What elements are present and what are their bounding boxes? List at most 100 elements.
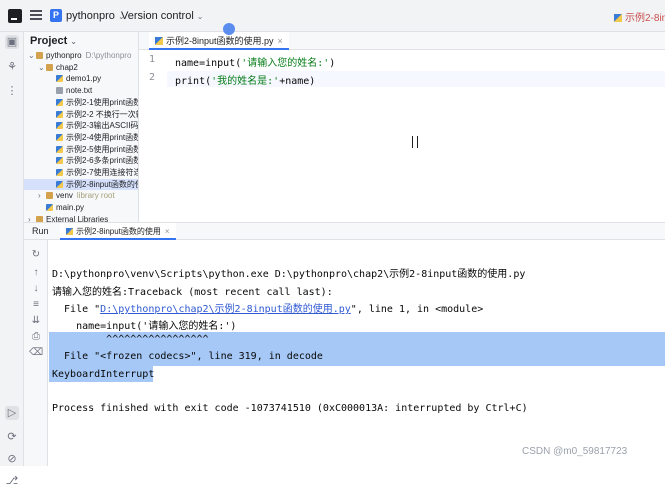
console-text: ", line 1, in <module> xyxy=(350,304,484,315)
tree-item[interactable]: › External Libraries xyxy=(24,214,108,222)
tree-item[interactable]: main.py xyxy=(24,202,84,213)
tree-item[interactable]: ⌄ pythonpro D:\pythonpro xyxy=(24,50,131,61)
chevron-right-icon[interactable]: › xyxy=(28,214,36,222)
chevron-down-icon: ⌄ xyxy=(70,37,77,46)
tree-item-label: 示例2-2 不换行一次输 xyxy=(66,109,139,119)
code-text: +name) xyxy=(279,76,316,87)
tree-item[interactable]: 示例2-1使用print函数 xyxy=(24,97,139,108)
run-tab[interactable]: 示例2-8input函数的使用 × xyxy=(60,223,176,240)
tree-item[interactable]: 示例2-6多条print函数 xyxy=(24,155,138,166)
code-line-2[interactable]: print('我的姓名是:'+name) xyxy=(175,72,315,87)
chevron-down-icon[interactable]: ⌄ xyxy=(38,62,46,73)
console-frozen-line: File "<frozen codecs>", line 319, in dec… xyxy=(52,351,323,362)
tree-item[interactable]: note.txt xyxy=(24,85,92,96)
tree-item-label: External Libraries xyxy=(46,214,109,222)
tree-item-label: demo1.py xyxy=(66,74,102,84)
editor-tab[interactable]: 示例2-8input函数的使用.py × xyxy=(149,32,289,50)
console-code-echo: name=input('请输入您的姓名:') xyxy=(52,321,237,332)
tree-item[interactable]: 示例2-5使用print函数 xyxy=(24,144,138,155)
folder-icon xyxy=(46,192,53,200)
run-panel-header: Run 示例2-8input函数的使用 × xyxy=(24,223,665,240)
editor-gutter: 1 2 xyxy=(139,51,167,221)
scroll-up-icon[interactable]: ↑ xyxy=(29,266,43,280)
python-file-icon xyxy=(66,228,73,235)
chevron-down-icon[interactable]: ⌄ xyxy=(28,50,36,61)
project-tool-icon[interactable]: ▣ xyxy=(5,35,19,49)
app-logo-icon xyxy=(8,9,22,23)
run-panel-title: Run xyxy=(32,226,49,236)
project-badge: P xyxy=(50,9,62,22)
python-file-icon xyxy=(155,37,163,45)
python-file-icon xyxy=(56,122,63,130)
line-number: 2 xyxy=(149,72,156,83)
rerun-icon[interactable]: ↻ xyxy=(29,248,43,262)
chevron-right-icon[interactable]: › xyxy=(38,190,46,201)
tree-item[interactable]: 示例2-7使用连接符连 xyxy=(24,167,139,178)
console-text: File " xyxy=(52,304,101,315)
chevron-down-icon: ⌄ xyxy=(196,12,204,21)
version-control-menu[interactable]: Version control ⌄ xyxy=(121,10,203,22)
main-menu-icon[interactable] xyxy=(30,10,42,20)
tree-item[interactable]: ⌄ chap2 xyxy=(24,62,78,73)
tab-overlay-badge xyxy=(223,23,235,35)
console-file-line: File "D:\pythonpro\chap2\示例2-8input函数的使用… xyxy=(52,300,483,315)
tree-item-hint: D:\pythonpro xyxy=(85,51,132,60)
tree-item-label: 示例2-3输出ASCII码 xyxy=(66,121,139,131)
tree-item[interactable]: 示例2-4使用print函数 xyxy=(24,132,139,143)
text-cursor-icon xyxy=(412,136,418,148)
tree-item-label: chap2 xyxy=(56,62,78,72)
git-tool-icon[interactable]: ⎇ xyxy=(5,474,19,488)
run-tool-icon[interactable]: ▷ xyxy=(5,406,19,420)
project-panel-title: Project xyxy=(30,35,68,47)
project-switcher[interactable]: pythonpro ⌄ xyxy=(66,10,125,22)
python-file-icon xyxy=(56,110,63,118)
scroll-to-end-icon[interactable]: ⇊ xyxy=(29,314,43,328)
tree-item[interactable]: demo1.py xyxy=(24,73,101,84)
console-output[interactable]: D:\pythonpro\venv\Scripts\python.exe D:\… xyxy=(49,240,665,466)
close-icon[interactable]: × xyxy=(165,227,170,236)
tree-item-label: 示例2-7使用连接符连 xyxy=(66,168,139,177)
run-config-selector[interactable]: 示例2-8inp xyxy=(614,9,665,24)
code-line-1[interactable]: name=input('请输入您的姓名:') xyxy=(175,54,335,69)
file-link[interactable]: D:\pythonpro\chap2\示例2-8input函数的使用.py xyxy=(100,304,351,315)
editor-tab-bar: 示例2-8input函数的使用.py × xyxy=(139,32,665,50)
tree-item[interactable]: 示例2-3输出ASCII码 xyxy=(24,120,138,131)
trash-icon[interactable]: ⌫ xyxy=(29,346,43,360)
scroll-down-icon[interactable]: ↓ xyxy=(29,282,43,296)
services-tool-icon[interactable]: ⟳ xyxy=(5,430,19,444)
more-tools-icon[interactable]: ⋮ xyxy=(5,84,19,98)
title-bar: P pythonpro⌄ Version control⌄ 示例2-8inp xyxy=(0,0,665,32)
python-file-icon xyxy=(56,169,63,176)
tree-item[interactable]: › venv library root xyxy=(24,190,115,201)
text-file-icon xyxy=(56,87,63,95)
project-name: pythonpro xyxy=(66,10,115,22)
project-panel: Project ⌄ ⌄ pythonpro D:\pythonpro ⌄ chap2 dem… xyxy=(24,32,139,222)
console-carets: ^^^^^^^^^^^^^^^^^ xyxy=(52,334,209,345)
left-tool-strip: ▣ ⚘ ⋮ ▷ ⟳ ⊘ ⎇ xyxy=(0,32,24,487)
code-string: '请输入您的姓名:' xyxy=(241,58,330,69)
print-icon[interactable]: ⎙ xyxy=(29,330,43,344)
code-text: print( xyxy=(175,76,212,87)
code-string: '我的姓名是:' xyxy=(211,76,280,87)
problems-tool-icon[interactable]: ⊘ xyxy=(5,452,19,466)
structure-tool-icon[interactable]: ⚘ xyxy=(5,60,19,74)
console-exit-line: Process finished with exit code -1073741… xyxy=(52,403,528,414)
tree-item[interactable]: 示例2-2 不换行一次输 xyxy=(24,109,139,120)
close-icon[interactable]: × xyxy=(278,36,283,46)
version-control-label: Version control xyxy=(121,10,194,22)
code-text: ) xyxy=(329,58,336,69)
console-command-line: D:\pythonpro\venv\Scripts\python.exe D:\… xyxy=(52,269,526,280)
watermark: CSDN @m0_59817723 xyxy=(522,446,628,457)
python-file-icon xyxy=(56,133,63,141)
tree-item-label: note.txt xyxy=(66,86,93,96)
tree-item-label: main.py xyxy=(56,203,85,213)
tree-item[interactable]: 示例2-8input函数的使 xyxy=(24,178,138,190)
tree-item-label: 示例2-4使用print函数 xyxy=(66,132,139,142)
tree-item-hint: library root xyxy=(76,191,115,201)
code-text: name=input( xyxy=(175,58,242,69)
folder-icon xyxy=(46,63,53,71)
python-file-icon xyxy=(46,204,53,212)
soft-wrap-icon[interactable]: ≡ xyxy=(29,298,43,312)
tree-item-label: 示例2-1使用print函数 xyxy=(66,97,139,107)
project-panel-header[interactable]: Project ⌄ xyxy=(30,35,77,47)
